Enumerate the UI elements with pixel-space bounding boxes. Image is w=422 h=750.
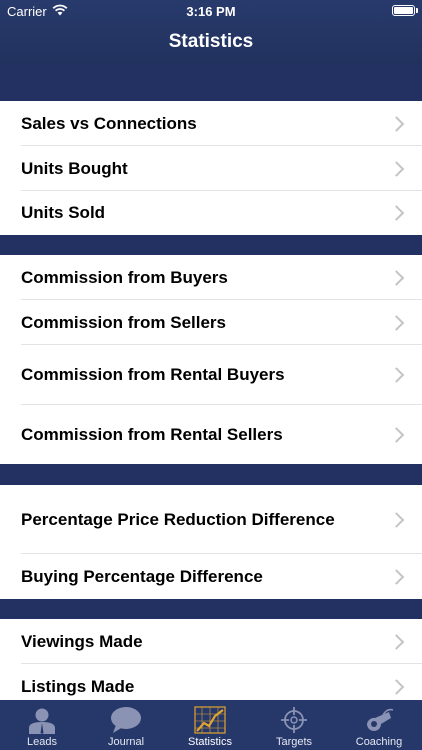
crosshair-icon bbox=[281, 707, 307, 733]
chart-icon bbox=[194, 706, 226, 734]
tab-leads[interactable]: Leads bbox=[0, 700, 84, 750]
row-label: Listings Made bbox=[21, 676, 135, 696]
tab-label: Leads bbox=[27, 736, 57, 748]
chevron-right-icon bbox=[388, 269, 405, 286]
whistle-icon bbox=[367, 708, 394, 731]
clock: 3:16 PM bbox=[186, 4, 236, 19]
chevron-right-icon bbox=[388, 115, 405, 132]
tab-targets[interactable]: Targets bbox=[252, 700, 336, 750]
row-commission-sellers[interactable]: Commission from Sellers bbox=[0, 300, 422, 345]
section-gap bbox=[0, 235, 422, 255]
tab-bar: Leads Journal Statistics Targets Coachin… bbox=[0, 700, 422, 750]
row-units-sold[interactable]: Units Sold bbox=[0, 191, 422, 235]
tab-label: Targets bbox=[275, 736, 313, 748]
row-label: Commission from Rental Buyers bbox=[21, 365, 285, 384]
row-label: Sales vs Connections bbox=[21, 113, 197, 133]
row-viewings-made[interactable]: Viewings Made bbox=[0, 619, 422, 664]
chevron-right-icon bbox=[388, 367, 405, 383]
row-percentage-price-reduction[interactable]: Percentage Price Reduction Difference bbox=[0, 485, 422, 554]
row-units-bought[interactable]: Units Bought bbox=[0, 146, 422, 191]
chevron-right-icon bbox=[388, 568, 405, 585]
battery-tip-icon bbox=[416, 8, 418, 13]
chevron-right-icon bbox=[388, 678, 405, 695]
row-label: Commission from Buyers bbox=[21, 267, 228, 287]
tab-statistics[interactable]: Statistics bbox=[168, 700, 252, 750]
row-label: Units Sold bbox=[21, 203, 106, 222]
row-commission-rental-sellers[interactable]: Commission from Rental Sellers bbox=[0, 405, 422, 464]
chevron-right-icon bbox=[388, 511, 405, 528]
row-label: Commission from Rental Sellers bbox=[21, 424, 283, 444]
section-gap bbox=[0, 464, 422, 485]
battery-icon bbox=[392, 5, 415, 16]
row-label: Buying Percentage Difference bbox=[21, 566, 263, 586]
row-label: Viewings Made bbox=[21, 631, 143, 651]
chevron-right-icon bbox=[388, 633, 405, 650]
speech-bubble-icon bbox=[111, 707, 141, 733]
tab-label: Journal bbox=[107, 736, 145, 748]
row-label: Percentage Price Reduction Difference bbox=[21, 509, 335, 529]
row-buying-percentage[interactable]: Buying Percentage Difference bbox=[0, 554, 422, 599]
status-bar: Carrier 3:16 PM bbox=[0, 0, 422, 22]
navigation-header: Carrier 3:16 PM Statistics bbox=[0, 0, 422, 65]
section-gap bbox=[0, 599, 422, 619]
row-sales-vs-connections[interactable]: Sales vs Connections bbox=[0, 101, 422, 146]
row-commission-rental-buyers[interactable]: Commission from Rental Buyers bbox=[0, 345, 422, 405]
chevron-right-icon bbox=[388, 314, 405, 331]
section-gap bbox=[0, 65, 422, 101]
tab-label: Coaching bbox=[355, 736, 403, 748]
tab-journal[interactable]: Journal bbox=[84, 700, 168, 750]
person-icon bbox=[29, 708, 55, 734]
chevron-right-icon bbox=[388, 205, 405, 221]
row-commission-buyers[interactable]: Commission from Buyers bbox=[0, 255, 422, 300]
row-label: Commission from Sellers bbox=[21, 312, 227, 332]
chevron-right-icon bbox=[388, 426, 405, 443]
tab-label: Statistics bbox=[187, 736, 232, 748]
tab-coaching[interactable]: Coaching bbox=[336, 700, 422, 750]
page-title: Statistics bbox=[168, 31, 254, 52]
chevron-right-icon bbox=[388, 160, 405, 177]
row-label: Units Bought bbox=[21, 158, 128, 178]
